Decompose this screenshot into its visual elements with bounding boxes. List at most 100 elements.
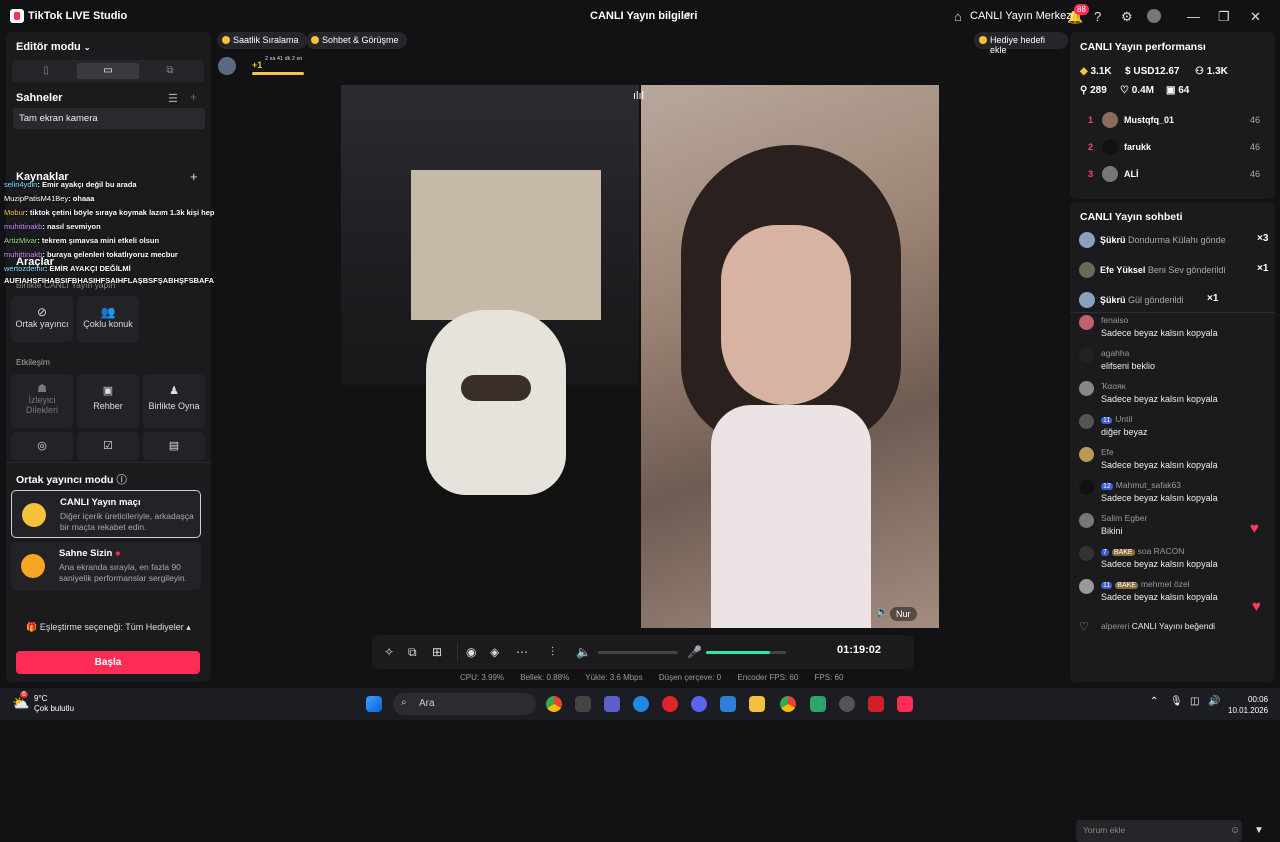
filter-icon[interactable]: ▼ (1254, 825, 1264, 836)
gift-goal-pill[interactable]: Hediye hedefi ekle (974, 32, 1068, 55)
viewer-wishes-button[interactable]: ☗ İzleyici Dilekleri (11, 374, 73, 428)
divider (6, 462, 211, 463)
floating-heart-icon: ♥ (1252, 598, 1261, 615)
left-panel: Editör modu ⌄ ▯ ▭ ⧉ Sahneler ☰ + Tam ekr… (6, 32, 211, 682)
overlay-chat-line: selin4ydin: Emir ayakçı değil bu arada (4, 180, 137, 189)
guide-button[interactable]: ▣ Rehber (77, 374, 139, 428)
add-scene-icon[interactable]: + (190, 90, 197, 104)
discord-icon[interactable] (691, 696, 707, 712)
comment-input[interactable]: Yorum ekle (1076, 820, 1242, 842)
maximize-icon[interactable]: ❐ (1218, 9, 1230, 25)
chrome-active-icon[interactable] (780, 696, 796, 712)
live-match-card[interactable]: CANLI Yayın maçı Diğer içerik üreticiler… (11, 490, 201, 538)
help-icon[interactable]: ⓘ (116, 474, 127, 486)
store-icon[interactable] (575, 696, 591, 712)
minimize-icon[interactable]: — (1187, 9, 1200, 24)
cohost-button[interactable]: ⊘ Ortak yayıncı (11, 296, 73, 342)
screen-icon[interactable]: ⧉ (408, 645, 417, 660)
weather-widget[interactable]: 9°C Çok bulutlu (34, 694, 74, 714)
mail-icon[interactable] (720, 696, 736, 712)
viewers-stat: ⚇ 1.3K (1195, 66, 1228, 77)
chat-title: CANLI Yayın sohbeti (1080, 211, 1183, 223)
play-together-label: Birlikte Oyna (148, 401, 200, 411)
home-icon[interactable]: ⌂ (954, 9, 962, 24)
edge-icon[interactable] (633, 696, 649, 712)
record-icon[interactable]: ◉ (466, 645, 476, 659)
sliders-icon[interactable]: ⫶ (551, 645, 554, 660)
stage-desc: Ana ekranda sırayla, en fazla 90 saniyel… (59, 562, 188, 583)
match-option-dropdown[interactable]: 🎁 Eşleştirme seçeneği: Tüm Hediyeler ▴ (6, 622, 211, 633)
tilted-layout-icon[interactable]: ⧉ (139, 63, 201, 79)
windows-start-icon[interactable] (366, 696, 382, 712)
likes-stat: ♡ 0.4M (1120, 85, 1154, 96)
ranking-row[interactable]: 2 farukk 46 (1080, 138, 1270, 158)
chrome-icon[interactable] (546, 696, 562, 712)
network-icon[interactable]: ◫ (1190, 696, 1199, 707)
hourly-ranking-pill[interactable]: Saatlik Sıralama (217, 32, 307, 49)
editor-mode-dropdown[interactable]: Editör modu ⌄ (16, 41, 91, 53)
right-panel: CANLI Yayın performansı ◆ 3.1K $ USD12.6… (1070, 32, 1275, 842)
mic-tray-icon[interactable]: 🎙 (1170, 696, 1183, 707)
people-icon: ⚇ (1195, 66, 1204, 77)
title-bar: TikTok LIVE Studio CANLI Yayın bilgileri… (0, 0, 1280, 32)
emoji-icon[interactable]: ☺ (1230, 825, 1240, 836)
match-icon (22, 503, 46, 527)
portrait-layout-icon[interactable]: ▯ (15, 63, 77, 79)
landscape-layout-icon[interactable]: ▭ (77, 63, 139, 79)
speaker-icon[interactable]: 🔈 (876, 607, 888, 618)
diamonds-stat: ◆ 3.1K (1080, 66, 1112, 77)
ranking-row[interactable]: 3 ALİ 46 (1080, 165, 1270, 185)
folder-icon[interactable] (749, 696, 765, 712)
cohost-avatar[interactable] (218, 57, 236, 75)
tool-button-5[interactable]: ☑ (77, 432, 139, 460)
speaker-tray-icon[interactable]: 🔊 (1208, 696, 1220, 707)
app-icon-2[interactable] (839, 696, 855, 712)
youtube-icon[interactable] (868, 696, 884, 712)
encoder-fps-stat: Encoder FPS: 60 (737, 673, 799, 682)
share-icon[interactable]: ↗ (682, 9, 691, 22)
volume-slider[interactable] (598, 651, 678, 654)
start-button[interactable]: Başla (16, 651, 200, 674)
ranking-row[interactable]: 1 Mustqfq_01 46 (1080, 111, 1270, 131)
mic-icon[interactable]: 🎤 (687, 645, 702, 659)
scene-item-fullscreen-camera[interactable]: Tam ekran kamera (13, 108, 205, 129)
stage-card[interactable]: Sahne Sizin ● Ana ekranda sırayla, en fa… (11, 542, 201, 590)
plus-one: +1 (252, 60, 263, 70)
avatar[interactable] (1147, 9, 1161, 23)
help-icon[interactable]: ? (1094, 9, 1101, 24)
app-title: TikTok LIVE Studio (28, 10, 128, 22)
volume-icon[interactable]: 🔈 (576, 645, 591, 659)
list-icon[interactable]: ☰ (168, 92, 178, 105)
teams-icon[interactable] (604, 696, 620, 712)
chat-call-pill[interactable]: Sohbet & Görüşme (306, 32, 407, 49)
notification-badge: 88 (1074, 4, 1089, 15)
weather-icon[interactable]: ⛅ (12, 695, 29, 712)
opera-icon[interactable] (662, 696, 678, 712)
clock[interactable]: 00:06 10.01.2026 (1228, 694, 1268, 716)
tray-chevron-icon[interactable]: ⌃ (1150, 696, 1158, 707)
joystick-icon: ♟ (169, 385, 179, 397)
tool-button-6[interactable]: ▤ (143, 432, 205, 460)
tiktok-studio-icon[interactable] (897, 696, 913, 712)
stage-area: Saatlik Sıralama Sohbet & Görüşme Hediye… (214, 32, 1068, 682)
live-center-button[interactable]: CANLI Yayın Merkezi (970, 10, 1074, 22)
add-source-icon[interactable]: + (190, 169, 198, 184)
app-icon[interactable] (810, 696, 826, 712)
more-icon[interactable]: ⋯ (516, 645, 528, 659)
camera-toggle-icon[interactable]: ◈ (490, 645, 499, 659)
overlay-chat-line: wertozdemir: EMİR AYAKÇI DEĞİLMİ (4, 264, 131, 273)
fps-stat: FPS: 60 (814, 673, 844, 682)
mic-slider[interactable] (706, 651, 786, 654)
tool-button-4[interactable]: ◎ (11, 432, 73, 460)
upload-stat: Yükle: 3.6 Mbps (585, 673, 643, 682)
layout-toggle[interactable]: ▯ ▭ ⧉ (12, 60, 204, 82)
multi-guest-button[interactable]: 👥 Çoklu konuk (77, 296, 139, 342)
effects-icon[interactable]: ✧ (384, 645, 394, 659)
gear-icon[interactable]: ⚙ (1121, 9, 1133, 25)
play-together-button[interactable]: ♟ Birlikte Oyna (143, 374, 205, 428)
memory-stat: Bellek: 0.88% (520, 673, 570, 682)
taskbar-search[interactable]: ⌕ Ara (393, 693, 536, 715)
heart-icon: ♡ (1120, 85, 1129, 96)
layout-icon[interactable]: ⊞ (432, 645, 442, 659)
close-icon[interactable]: ✕ (1250, 9, 1261, 25)
